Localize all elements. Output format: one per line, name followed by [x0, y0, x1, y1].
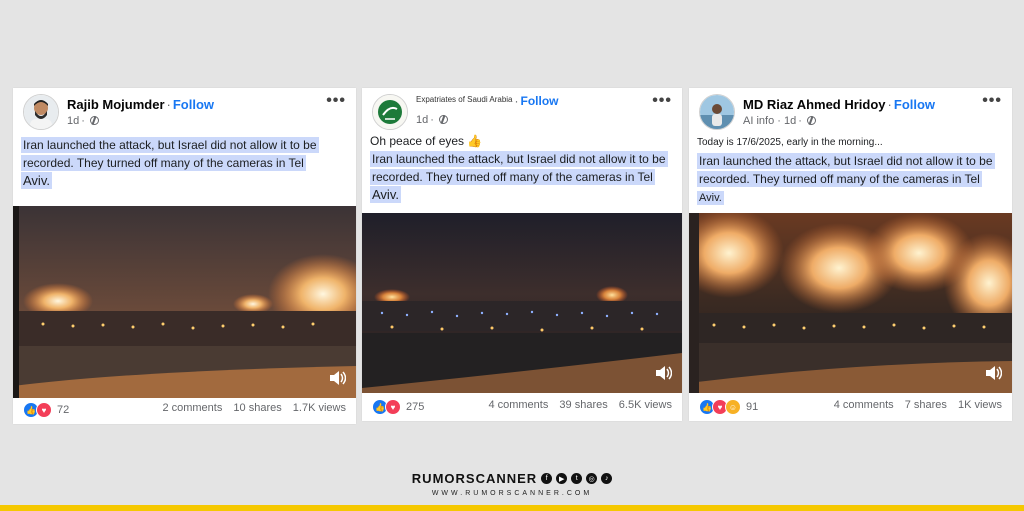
post-meta: 1d · — [67, 115, 99, 127]
post-header: MD Riaz Ahmed Hridoy · Follow AI info · 1d… — [699, 92, 1002, 130]
tiktok-icon[interactable]: ♪ — [601, 473, 613, 484]
views-count: 6.5K views — [618, 399, 672, 411]
separator-dot: · — [887, 97, 892, 112]
author-line: Expatriates of Saudi Arabia · Follow — [416, 94, 559, 108]
speaker-icon[interactable] — [328, 370, 346, 386]
speaker-icon[interactable] — [984, 365, 1002, 381]
comments-count[interactable]: 4 comments — [488, 399, 548, 411]
post-time[interactable]: 1d — [67, 115, 79, 127]
text-line: Today is 17/6/2025, early in the morning… — [697, 137, 883, 148]
text-line: Aviv. — [370, 186, 401, 203]
avatar[interactable] — [372, 94, 408, 130]
follow-button[interactable]: Follow — [894, 97, 935, 112]
youtube-icon[interactable]: ▶ — [556, 473, 568, 484]
more-options-icon[interactable]: ••• — [982, 92, 1002, 110]
shares-count[interactable]: 10 shares — [233, 402, 281, 414]
reaction-count: 275 — [406, 401, 425, 413]
separator-dot: · — [166, 97, 171, 112]
twitter-icon[interactable]: t — [571, 473, 583, 484]
post-video[interactable] — [689, 213, 1012, 393]
care-icon: ☺ — [725, 399, 741, 415]
reactions[interactable]: 👍 ♥ 275 — [372, 399, 424, 415]
separator-dot: · — [514, 94, 519, 108]
video-frame — [13, 206, 356, 398]
post-footer: 👍 ♥ ☺ 91 4 comments 7 shares 1K views — [699, 399, 1002, 415]
post-time[interactable]: AI info · 1d — [743, 115, 796, 127]
globe-icon — [438, 115, 448, 124]
follow-button[interactable]: Follow — [173, 97, 214, 112]
post-header: Rajib Mojumder · Follow 1d · ••• — [23, 92, 346, 130]
author-line: Rajib Mojumder · Follow — [67, 97, 214, 112]
more-options-icon[interactable]: ••• — [326, 92, 346, 110]
instagram-icon[interactable]: ◎ — [586, 473, 598, 484]
post-header: Expatriates of Saudi Arabia · Follow 1d · •… — [372, 92, 672, 130]
author-name[interactable]: Expatriates of Saudi Arabia — [416, 95, 513, 104]
love-icon: ♥ — [385, 399, 401, 415]
reaction-count: 91 — [746, 401, 759, 413]
shares-count[interactable]: 39 shares — [559, 399, 607, 411]
post-card-2: Expatriates of Saudi Arabia · Follow 1d · •… — [362, 88, 682, 421]
text-line: Iran launched the attack, but Israel did… — [370, 151, 668, 167]
text-line: Aviv. — [697, 191, 724, 205]
views-count: 1.7K views — [292, 402, 346, 414]
shares-count[interactable]: 7 shares — [905, 399, 947, 411]
brand-name: RUMORSCANNER — [411, 471, 538, 486]
reactions[interactable]: 👍 ♥ 72 — [23, 402, 69, 418]
post-card-3: MD Riaz Ahmed Hridoy · Follow AI info · 1d… — [689, 88, 1012, 421]
reaction-count: 72 — [57, 404, 70, 416]
post-footer: 👍 ♥ 275 4 comments 39 shares 6.5K views — [372, 399, 672, 415]
avatar[interactable] — [699, 94, 735, 130]
video-frame — [362, 213, 682, 393]
brand-row: RUMORSCANNER f ▶ t ◎ ♪ — [411, 471, 613, 486]
post-card-1: Rajib Mojumder · Follow 1d · ••• Iran launc… — [13, 88, 356, 424]
text-line: recorded. They turned off many of the ca… — [697, 171, 982, 187]
text-line: Iran launched the attack, but Israel did… — [21, 137, 319, 153]
comments-count[interactable]: 2 comments — [162, 402, 222, 414]
love-icon: ♥ — [36, 402, 52, 418]
author-line: MD Riaz Ahmed Hridoy · Follow — [743, 97, 935, 112]
post-meta: AI info · 1d · — [743, 115, 816, 127]
views-count: 1K views — [957, 399, 1002, 411]
text-line: Aviv. — [21, 172, 52, 189]
post-video[interactable] — [13, 206, 356, 398]
accent-bar — [0, 505, 1024, 511]
globe-icon — [89, 116, 99, 125]
text-line: recorded. They turned off many of the ca… — [370, 169, 655, 185]
avatar[interactable] — [23, 94, 59, 130]
post-footer: 👍 ♥ 72 2 comments 10 shares 1.7K views — [23, 402, 346, 418]
speaker-icon[interactable] — [654, 365, 672, 381]
comments-count[interactable]: 4 comments — [834, 399, 894, 411]
text-line: recorded. They turned off many of the ca… — [21, 155, 306, 171]
reactions[interactable]: 👍 ♥ ☺ 91 — [699, 399, 758, 415]
post-text: Oh peace of eyes 👍 Iran launched the att… — [370, 132, 674, 204]
facebook-icon[interactable]: f — [541, 473, 553, 484]
text-line: Iran launched the attack, but Israel did… — [697, 153, 995, 169]
follow-button[interactable]: Follow — [521, 94, 559, 108]
brand-footer: RUMORSCANNER f ▶ t ◎ ♪ WWW.RUMORSCANNER.… — [0, 470, 1024, 497]
post-video[interactable] — [362, 213, 682, 393]
author-name[interactable]: Rajib Mojumder — [67, 97, 165, 112]
post-time[interactable]: 1d — [416, 114, 428, 126]
video-frame — [689, 213, 1012, 393]
post-text: Iran launched the attack, but Israel did… — [21, 136, 348, 190]
post-meta: 1d · — [416, 114, 448, 126]
globe-icon — [806, 116, 816, 125]
text-line: Oh peace of eyes 👍 — [370, 134, 483, 148]
post-stats: 2 comments 10 shares 1.7K views — [154, 402, 346, 414]
post-stats: 4 comments 39 shares 6.5K views — [480, 399, 672, 411]
brand-url: WWW.RUMORSCANNER.COM — [431, 490, 593, 497]
post-stats: 4 comments 7 shares 1K views — [826, 399, 1002, 411]
author-name[interactable]: MD Riaz Ahmed Hridoy — [743, 97, 886, 112]
post-text: Today is 17/6/2025, early in the morning… — [697, 132, 1004, 207]
more-options-icon[interactable]: ••• — [652, 92, 672, 110]
